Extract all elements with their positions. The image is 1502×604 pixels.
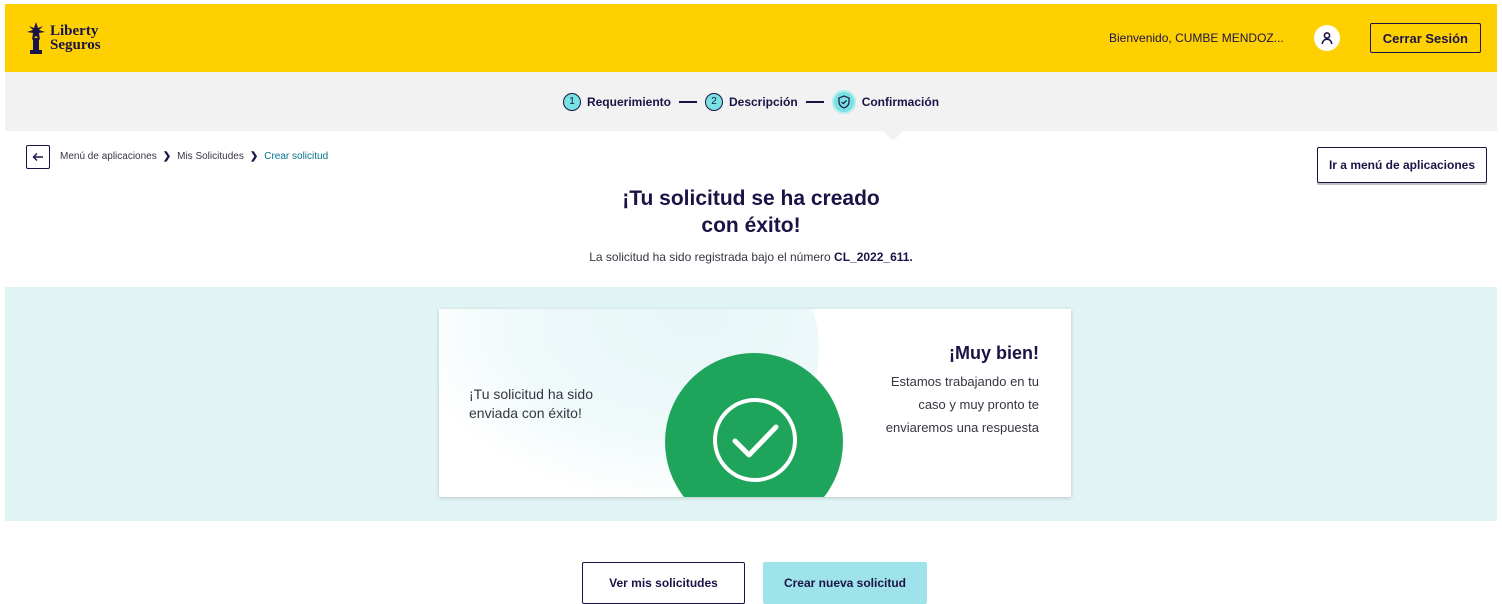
step-separator: [805, 100, 824, 103]
sent-message-line-2: enviada con éxito!: [469, 405, 582, 421]
logo-word-liberty: Liberty: [50, 23, 99, 39]
view-my-requests-button[interactable]: Ver mis solicitudes: [582, 562, 745, 604]
title-line-1: ¡Tu solicitud se ha creado: [622, 187, 880, 210]
sent-message-line-1: ¡Tu solicitud ha sido: [469, 386, 593, 402]
back-button[interactable]: [26, 145, 50, 169]
step-confirmacion: Confirmación: [831, 89, 940, 114]
step-number: 2: [704, 92, 723, 111]
progress-stepper: 1 Requerimiento 2 Descripción Confirmaci…: [5, 72, 1497, 141]
step-number: 1: [562, 92, 581, 111]
statue-of-liberty-icon: [25, 20, 47, 56]
registration-text: La solicitud ha sido registrada bajo el …: [589, 250, 835, 264]
arrow-left-icon: [32, 153, 43, 161]
chevron-right-icon: ❯: [162, 151, 172, 162]
breadcrumb-crear-solicitud: Crear solicitud: [264, 151, 329, 162]
card-sent-message: ¡Tu solicitud ha sido enviada con éxito!: [469, 385, 593, 423]
create-new-request-button[interactable]: Crear nueva solicitud: [763, 562, 927, 604]
card-headline: ¡Muy bien!: [949, 343, 1039, 363]
user-avatar[interactable]: [1313, 25, 1340, 51]
response-message-line-1: Estamos trabajando en tu: [890, 374, 1039, 389]
response-message-line-2: caso y muy pronto te: [918, 397, 1039, 412]
welcome-text: Bienvenido, CUMBE MENDOZ...: [1109, 31, 1284, 45]
success-card: ¡Tu solicitud ha sido enviada con éxito!…: [439, 309, 1071, 497]
user-icon: [1321, 32, 1333, 45]
logout-button[interactable]: Cerrar Sesión: [1369, 23, 1481, 53]
step-label: Requerimiento: [586, 94, 671, 109]
stepper-caret: [883, 131, 903, 141]
title-line-2: con éxito!: [701, 214, 801, 237]
registration-message: La solicitud ha sido registrada bajo el …: [451, 250, 1051, 264]
checkmark-circle-icon: [713, 398, 797, 482]
card-response-message: ¡Muy bien! Estamos trabajando en tu caso…: [886, 343, 1039, 439]
logo-word-seguros: Seguros: [50, 37, 101, 53]
liberty-seguros-logo[interactable]: Liberty Seguros: [25, 20, 101, 56]
step-requerimiento: 1 Requerimiento: [562, 92, 671, 111]
page-title: ¡Tu solicitud se ha creado con éxito!: [551, 185, 951, 239]
breadcrumb-mis-solicitudes[interactable]: Mis Solicitudes: [177, 151, 244, 162]
request-number: CL_2022_611.: [834, 250, 913, 264]
check-shield-icon: [831, 89, 856, 114]
step-separator: [678, 100, 697, 103]
breadcrumb-menu-aplicaciones[interactable]: Menú de aplicaciones: [60, 151, 157, 162]
top-header: Liberty Seguros Bienvenido, CUMBE MENDOZ…: [5, 4, 1497, 72]
step-label: Descripción: [728, 94, 798, 109]
response-message-line-3: enviaremos una respuesta: [885, 420, 1039, 435]
step-label: Confirmación: [861, 94, 940, 109]
chevron-right-icon: ❯: [249, 151, 259, 162]
go-to-apps-menu-button[interactable]: Ir a menú de aplicaciones: [1317, 147, 1487, 183]
breadcrumb: Menú de aplicaciones ❯ Mis Solicitudes ❯…: [60, 151, 328, 162]
step-descripcion: 2 Descripción: [704, 92, 798, 111]
